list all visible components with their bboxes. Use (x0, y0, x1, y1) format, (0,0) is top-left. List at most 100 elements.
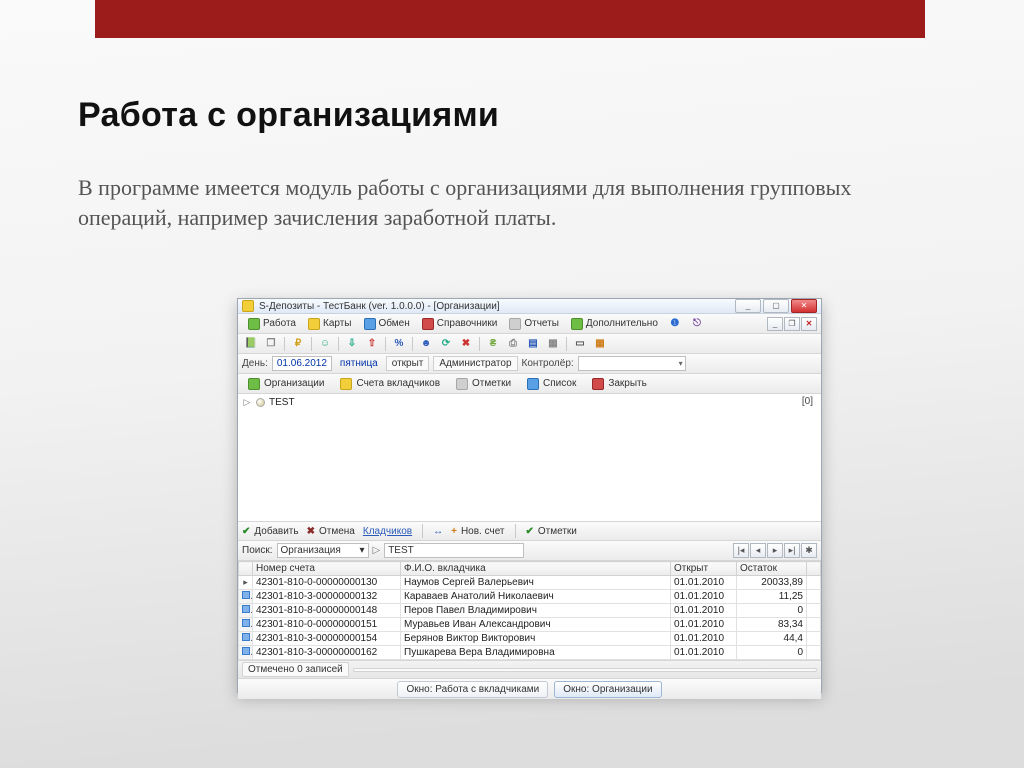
row-marker[interactable] (239, 576, 253, 590)
app-window: S-Депозиты - ТестБанк (ver. 1.0.0.0) - [… (237, 298, 822, 693)
slide-body-text: В программе имеется модуль работы с орга… (78, 173, 908, 232)
date-status-bar: День: 01.06.2012 пятница открыт Админист… (238, 354, 821, 374)
money-icon[interactable]: ₽ (289, 336, 307, 352)
controller-dropdown[interactable]: ▾ (578, 356, 686, 371)
window-tab-organizations[interactable]: Окно: Организации (554, 681, 661, 698)
col-header[interactable]: Остаток (737, 562, 807, 576)
col-header[interactable]: Номер счета (253, 562, 401, 576)
refresh-icon[interactable]: ⟳ (437, 336, 455, 352)
tab-icon (456, 378, 468, 390)
card-icon[interactable]: ▤ (524, 336, 542, 352)
pay-icon[interactable]: ₴ (484, 336, 502, 352)
doc-icon[interactable]: ❐ (262, 336, 280, 352)
menu-работа[interactable]: Работа (242, 316, 302, 332)
nav-next-button[interactable]: ▸ (767, 543, 783, 558)
table-row[interactable]: 42301-810-0-00000000130Наумов Сергей Вал… (239, 576, 821, 590)
info-icon[interactable]: ❶ (664, 315, 686, 333)
depositors-link[interactable]: Кладчиков (363, 526, 412, 537)
menu-дополнительно[interactable]: Дополнительно (565, 316, 664, 332)
cell-balance: 0 (737, 646, 807, 660)
user-icon[interactable]: ☻ (417, 336, 435, 352)
cell-open: 01.01.2010 (671, 632, 737, 646)
admin-field: Администратор (433, 356, 517, 371)
out-icon[interactable]: ⇧ (363, 336, 381, 352)
nav-first-button[interactable]: |◂ (733, 543, 749, 558)
date-field[interactable]: 01.06.2012 (272, 356, 332, 371)
trash-icon[interactable]: ✖ (457, 336, 475, 352)
menu-карты[interactable]: Карты (302, 316, 358, 332)
search-mode-select[interactable]: Организация▾ (277, 543, 369, 558)
window-tab-depositors[interactable]: Окно: Работа с вкладчиками (397, 681, 548, 698)
chevron-down-icon: ▾ (679, 359, 683, 368)
cell-balance: 44,4 (737, 632, 807, 646)
cell-fio: Перов Павел Владимирович (401, 604, 671, 618)
tab-счета вкладчиков[interactable]: Счета вкладчиков (334, 376, 446, 392)
calendar-icon[interactable]: ▦ (591, 336, 609, 352)
table-row[interactable]: 42301-810-3-00000000132Караваев Анатолий… (239, 590, 821, 604)
row-marker[interactable] (239, 590, 253, 604)
tab-закрыть[interactable]: Закрыть (586, 376, 653, 392)
percent-icon[interactable]: % (390, 336, 408, 352)
weekday-label: пятница (336, 358, 382, 369)
cell-open: 01.01.2010 (671, 618, 737, 632)
row-marker[interactable] (239, 632, 253, 646)
mdi-restore-button[interactable]: ❐ (784, 317, 800, 331)
add-button[interactable]: ✔Добавить (242, 526, 299, 537)
table-row[interactable]: 42301-810-0-00000000151Муравьев Иван Але… (239, 618, 821, 632)
deposit-icon[interactable]: ⎙ (504, 336, 522, 352)
tab-отметки[interactable]: Отметки (450, 376, 517, 392)
close-button[interactable]: ✕ (791, 299, 817, 313)
row-marker[interactable] (239, 604, 253, 618)
nav-bookmark-button[interactable]: ✱ (801, 543, 817, 558)
grid-icon[interactable]: ▦ (544, 336, 562, 352)
nav-last-button[interactable]: ▸| (784, 543, 800, 558)
marks-button[interactable]: ✔Отметки (526, 526, 577, 537)
table-row[interactable]: 42301-810-8-00000000148Перов Павел Влади… (239, 604, 821, 618)
status-selected-count: Отмечено 0 записей (242, 662, 349, 677)
col-header[interactable]: Ф.И.О. вкладчика (401, 562, 671, 576)
new-account-button[interactable]: +Нов. счет (451, 526, 504, 537)
book-icon[interactable]: 📗 (242, 336, 260, 352)
tree-root-row[interactable]: ▷ TEST (242, 396, 817, 409)
nav-prev-button[interactable]: ◂ (750, 543, 766, 558)
chevron-right-icon: ▷ (373, 545, 381, 556)
tab-список[interactable]: Список (521, 376, 582, 392)
cell-open: 01.01.2010 (671, 576, 737, 590)
minimize-button[interactable]: _ (735, 299, 761, 313)
controller-label: Контролёр: (522, 358, 574, 369)
in-icon[interactable]: ⇩ (343, 336, 361, 352)
mdi-minimize-button[interactable]: _ (767, 317, 783, 331)
cell-fio: Наумов Сергей Валерьевич (401, 576, 671, 590)
tab-icon (248, 378, 260, 390)
menu-icon (248, 318, 260, 330)
search-label: Поиск: (242, 545, 273, 556)
cell-open: 01.01.2010 (671, 604, 737, 618)
col-header[interactable] (239, 562, 253, 576)
calc-icon[interactable]: ▭ (571, 336, 589, 352)
table-row[interactable]: 42301-810-3-00000000154Берянов Виктор Ви… (239, 632, 821, 646)
person-icon[interactable]: ☺ (316, 336, 334, 352)
organizations-tree[interactable]: ▷ TEST [0] (238, 394, 821, 522)
window-titlebar[interactable]: S-Депозиты - ТестБанк (ver. 1.0.0.0) - [… (238, 299, 821, 314)
row-marker[interactable] (239, 646, 253, 660)
subtab-bar: ОрганизацииСчета вкладчиковОтметкиСписок… (238, 374, 821, 394)
search-input[interactable]: TEST (384, 543, 524, 558)
menu-icon (364, 318, 376, 330)
logout-icon[interactable]: ⎋ (686, 315, 708, 333)
mdi-close-button[interactable]: ✕ (801, 317, 817, 331)
cell-account: 42301-810-0-00000000130 (253, 576, 401, 590)
accounts-grid[interactable]: Номер счетаФ.И.О. вкладчикаОткрытОстаток… (238, 561, 821, 661)
split-icon: ↔ (433, 526, 443, 537)
menu-отчеты[interactable]: Отчеты (503, 316, 565, 332)
col-header[interactable]: Открыт (671, 562, 737, 576)
cell-open: 01.01.2010 (671, 590, 737, 604)
tab-организации[interactable]: Организации (242, 376, 330, 392)
table-row[interactable]: 42301-810-3-00000000162Пушкарева Вера Вл… (239, 646, 821, 660)
maximize-button[interactable]: ▢ (763, 299, 789, 313)
window-switcher: Окно: Работа с вкладчиками Окно: Организ… (238, 679, 821, 699)
row-marker[interactable] (239, 618, 253, 632)
menu-обмен[interactable]: Обмен (358, 316, 416, 332)
expand-icon[interactable]: ▷ (242, 397, 252, 408)
cancel-button[interactable]: ✖Отмена (307, 526, 355, 537)
menu-справочники[interactable]: Справочники (416, 316, 504, 332)
